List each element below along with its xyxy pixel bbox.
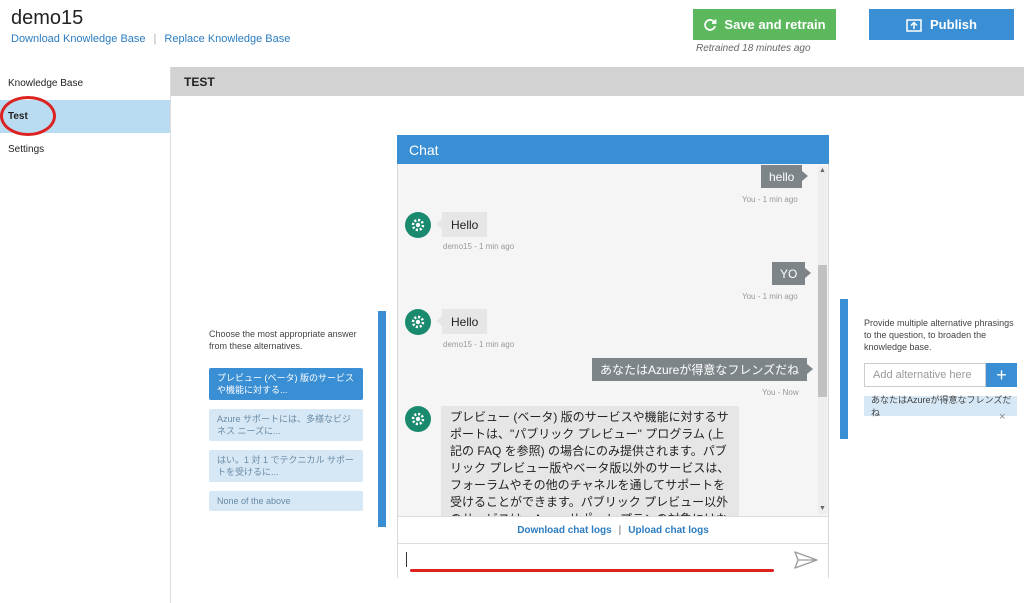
gear-icon [411,218,425,232]
publish-button[interactable]: Publish [869,9,1014,40]
message-meta: You - 1 min ago [742,292,798,301]
alternative-phrasing-intro: Provide multiple alternative phrasings t… [864,318,1014,352]
chat-header: Chat [397,135,829,164]
save-retrain-button[interactable]: Save and retrain [693,9,836,40]
sidebar-item-label: Settings [8,144,45,155]
user-message: あなたはAzureが得意なフレンズだね [592,358,814,381]
alternative-phrasing-tag: あなたはAzureが得意なフレンズだね [864,395,1017,418]
download-kb-link[interactable]: Download Knowledge Base [11,33,146,45]
message-text: Hello [451,314,479,329]
publish-icon [906,18,922,32]
message-text: あなたはAzureが得意なフレンズだね [600,363,800,377]
kb-title: demo15 [11,7,84,29]
save-retrain-label: Save and retrain [724,17,826,32]
alternatives-intro: Choose the most appropriate answer from … [209,329,357,351]
gear-icon [411,412,425,426]
alternative-option-none[interactable]: None of the above [209,491,363,511]
alternative-phrasing-text: あなたはAzureが得意なフレンズだね [871,395,1012,418]
user-message: YO [772,262,812,285]
bot-avatar [405,309,431,335]
chat-title: Chat [409,141,439,158]
publish-label: Publish [930,17,977,32]
header-links: Download Knowledge Base | Replace Knowle… [11,33,290,45]
close-icon[interactable]: × [999,411,1005,423]
alternative-option[interactable]: Azure サポートには、多様なビジネス ニーズに... [209,409,363,441]
upload-chat-logs-link[interactable]: Upload chat logs [628,525,709,536]
test-header-bar: TEST [171,67,1024,96]
sidebar-item-settings[interactable]: Settings [0,133,170,166]
scroll-down-arrow-icon[interactable]: ▼ [818,504,827,513]
test-header-title: TEST [184,74,215,89]
message-meta: You - 1 min ago [742,195,798,204]
bot-message: Hello [435,212,488,237]
user-message: hello [761,165,809,188]
text-cursor [406,552,407,567]
message-meta: demo15 - 1 min ago [443,242,515,251]
bot-message: Hello [435,309,488,334]
bot-avatar [405,406,431,432]
left-accent-bar [378,311,386,527]
add-alternative-button[interactable]: + [986,363,1017,387]
retrained-status: Retrained 18 minutes ago [696,43,811,54]
refresh-icon [704,18,717,31]
message-meta: You - Now [762,388,799,397]
replace-kb-link[interactable]: Replace Knowledge Base [164,33,290,45]
alternative-option[interactable]: はい。1 対 1 でテクニカル サポートを受けるに... [209,450,363,482]
sidebar-item-knowledge-base[interactable]: Knowledge Base [0,67,170,100]
send-icon[interactable] [794,551,818,569]
sidebar: Knowledge Base Test Settings [0,67,171,603]
link-separator: | [153,33,157,45]
bot-avatar [405,212,431,238]
sidebar-item-test[interactable]: Test [0,100,170,133]
message-text: Hello [451,217,479,232]
sidebar-item-label: Knowledge Base [8,78,84,89]
message-text: hello [769,169,795,184]
message-meta: demo15 - 1 min ago [443,340,515,349]
chat-scrollbar-thumb[interactable] [818,265,827,397]
right-accent-bar [840,299,848,439]
bot-message-long: プレビュー (ベータ) 版のサービスや機能に対するサポートは、"パブリック プレ… [441,406,739,516]
sidebar-item-label: Test [8,111,28,122]
alternative-phrasing-input[interactable] [864,363,986,387]
download-chat-logs-link[interactable]: Download chat logs [517,525,611,536]
alternative-option[interactable]: プレビュー (ベータ) 版のサービスや機能に対する... [209,368,363,400]
chat-log-links: Download chat logs | Upload chat logs [398,516,828,543]
gear-icon [411,315,425,329]
red-underline-annotation [410,569,774,572]
link-separator: | [618,524,622,536]
scroll-up-arrow-icon[interactable]: ▲ [818,166,827,175]
message-text: YO [780,266,798,281]
